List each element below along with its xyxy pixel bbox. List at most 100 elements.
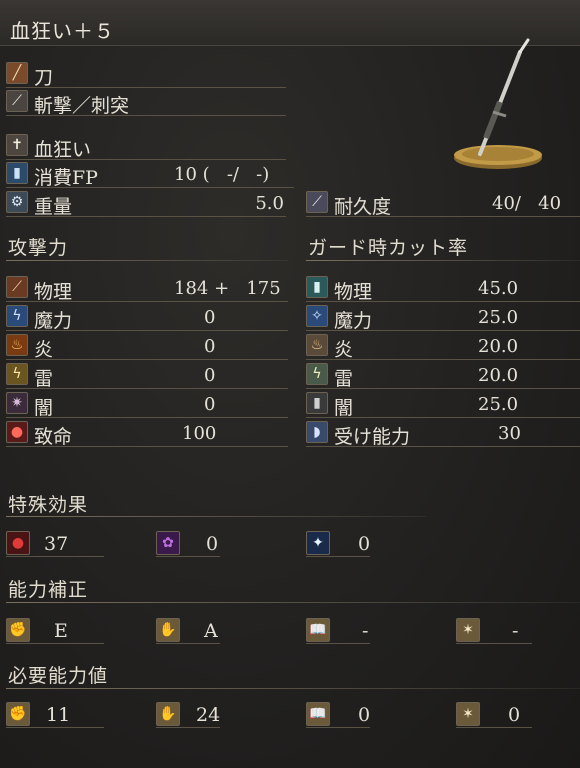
guard-label-stability: 受け能力 [334, 426, 411, 448]
weapon-type-row: ╱ 刀 [6, 60, 286, 89]
attack-label-critical: 致命 [34, 426, 73, 448]
attack-value-dark: 0 [204, 394, 216, 415]
strength-req-value: 11 [46, 704, 71, 726]
durability-value: 40/ 40 [492, 193, 562, 214]
guard-value-physical: 45.0 [478, 278, 519, 299]
scaling-faith: ✶ - [456, 618, 532, 644]
guard-row-stability: ◗ 受け能力 30 [306, 419, 580, 448]
strength-req-icon: ✊ [6, 702, 30, 726]
scaling-strength: ✊ E [6, 618, 104, 644]
skill-label: 血狂い [34, 139, 92, 161]
fp-icon: ▮ [6, 162, 28, 184]
dark-guard-icon: ▮ [306, 392, 328, 414]
physical-guard-icon: ▮ [306, 276, 328, 298]
requirement-strength: ✊ 11 [6, 702, 104, 728]
attack-value-physical: 184 + 175 [174, 278, 281, 299]
special-effect-frost: ✦ 0 [306, 531, 370, 557]
weapon-image [454, 38, 542, 169]
faith-req-icon: ✶ [456, 702, 480, 726]
guard-label-fire: 炎 [334, 339, 354, 361]
attack-row-dark: ✷ 闇 0 [6, 390, 288, 419]
guard-value-stability: 30 [498, 423, 521, 444]
guard-heading: ガード時カット率 [308, 237, 469, 259]
special-effect-poison: ✿ 0 [156, 531, 220, 557]
requirement-dexterity: ✋ 24 [156, 702, 220, 728]
durability-icon: ⟋ [306, 191, 328, 213]
physical-icon: ⟋ [6, 276, 28, 298]
guard-label-lightning: 雷 [334, 368, 354, 390]
poison-value: 0 [206, 533, 219, 555]
attack-row-magic: ϟ 魔力 0 [6, 303, 288, 332]
stability-icon: ◗ [306, 421, 328, 443]
attack-type-label: 斬撃／刺突 [34, 95, 130, 117]
weight-value: 5.0 [255, 193, 284, 214]
attack-label-magic: 魔力 [34, 310, 73, 332]
weight-label: 重量 [34, 196, 73, 218]
guard-row-dark: ▮ 闇 25.0 [306, 390, 580, 419]
fp-cost-row: ▮ 消費FP 10 ( -/ -) [6, 160, 294, 189]
attack-label-fire: 炎 [34, 339, 54, 361]
attack-type-icon: ⟋ [6, 90, 28, 112]
guard-label-physical: 物理 [334, 281, 373, 303]
weight-icon: ⚙ [6, 191, 28, 213]
skill-icon: ✝ [6, 134, 28, 156]
guard-label-magic: 魔力 [334, 310, 373, 332]
strength-scaling-value: E [54, 620, 68, 642]
dexterity-req-value: 24 [196, 704, 221, 726]
fp-cost-label: 消費FP [34, 167, 98, 189]
special-effects-divider [6, 516, 426, 517]
scaling-divider [6, 602, 580, 603]
intelligence-req-value: 0 [358, 704, 371, 726]
durability-label: 耐久度 [334, 196, 392, 218]
fire-icon: ♨ [6, 334, 28, 356]
requirements-divider [6, 688, 580, 689]
bleed-icon: ● [6, 531, 30, 555]
weapon-type-label: 刀 [34, 67, 54, 89]
bleed-value: 37 [44, 533, 69, 555]
attack-label-lightning: 雷 [34, 368, 54, 390]
guard-value-lightning: 20.0 [478, 365, 519, 386]
guard-value-fire: 20.0 [478, 336, 519, 357]
fp-cost-value: 10 ( -/ -) [174, 164, 270, 185]
attack-value-magic: 0 [204, 307, 216, 328]
faith-icon: ✶ [456, 618, 480, 642]
durability-row: ⟋ 耐久度 40/ 40 [306, 189, 580, 218]
special-effects-heading: 特殊効果 [8, 494, 89, 516]
dexterity-req-icon: ✋ [156, 702, 180, 726]
guard-row-lightning: ϟ 雷 20.0 [306, 361, 580, 390]
guard-row-fire: ♨ 炎 20.0 [306, 332, 580, 361]
weight-row: ⚙ 重量 5.0 [6, 189, 286, 218]
guard-value-magic: 25.0 [478, 307, 519, 328]
attack-label-physical: 物理 [34, 281, 73, 303]
requirement-faith: ✶ 0 [456, 702, 532, 728]
intelligence-icon: 📖 [306, 618, 330, 642]
attack-value-fire: 0 [204, 336, 216, 357]
attack-divider [6, 260, 288, 261]
attack-value-lightning: 0 [204, 365, 216, 386]
critical-icon: ● [6, 421, 28, 443]
attack-value-critical: 100 [182, 423, 217, 444]
special-effect-bleed: ● 37 [6, 531, 104, 557]
faith-req-value: 0 [508, 704, 521, 726]
intelligence-scaling-value: - [362, 620, 369, 642]
dexterity-scaling-value: A [204, 620, 218, 642]
guard-value-dark: 25.0 [478, 394, 519, 415]
scaling-intelligence: 📖 - [306, 618, 370, 644]
poison-icon: ✿ [156, 531, 180, 555]
dexterity-icon: ✋ [156, 618, 180, 642]
scaling-dexterity: ✋ A [156, 618, 220, 644]
intelligence-req-icon: 📖 [306, 702, 330, 726]
lightning-icon: ϟ [6, 363, 28, 385]
frost-icon: ✦ [306, 531, 330, 555]
requirement-intelligence: 📖 0 [306, 702, 370, 728]
attack-label-dark: 闇 [34, 397, 54, 419]
attack-row-physical: ⟋ 物理 184 + 175 [6, 274, 288, 303]
attack-type-row: ⟋ 斬撃／刺突 [6, 88, 286, 117]
guard-row-physical: ▮ 物理 45.0 [306, 274, 580, 303]
magic-icon: ϟ [6, 305, 28, 327]
attack-row-critical: ● 致命 100 [6, 419, 288, 448]
lightning-guard-icon: ϟ [306, 363, 328, 385]
sword-type-icon: ╱ [6, 62, 28, 84]
guard-row-magic: ✧ 魔力 25.0 [306, 303, 580, 332]
frost-value: 0 [358, 533, 371, 555]
